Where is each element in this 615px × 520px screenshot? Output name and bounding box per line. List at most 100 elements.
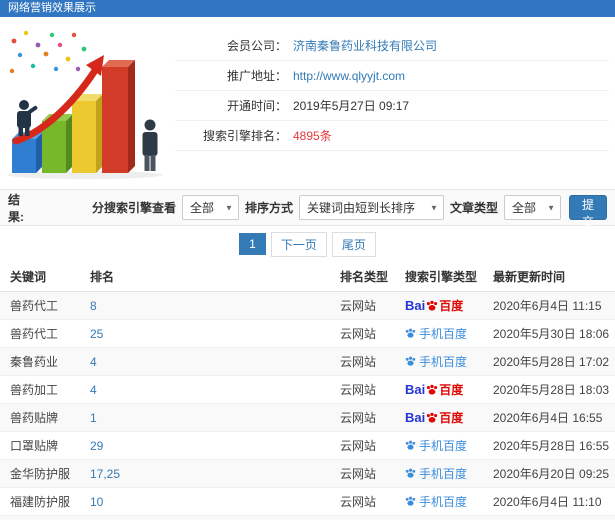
page-button-last[interactable]: 尾页: [331, 231, 376, 257]
keyword-cell: 兽药代工: [0, 291, 80, 320]
info-label: 推广地址：: [226, 69, 287, 83]
mobile-baidu-label: 手机百度: [419, 439, 468, 453]
page-button-next[interactable]: 下一页: [270, 231, 327, 257]
bar-red: [102, 59, 135, 173]
mobile-baidu-paw-icon: [405, 356, 416, 366]
info-field-row: 会员公司： 济南秦鲁药业科技有限公司: [175, 31, 609, 61]
rank-type-cell: 云网站: [330, 347, 395, 376]
update-time-cell: [483, 515, 615, 520]
update-time-cell: 2020年6月4日 11:15: [483, 291, 615, 320]
table-row: 秦鲁药业 4 云网站 Bai 百度 手机百度 2020年5月28日: [0, 347, 615, 376]
engine-cell: Bai 百度 手机百度: [395, 487, 483, 516]
baidu-paw-icon: [427, 300, 438, 311]
keyword-cell: 秦鲁药业: [0, 347, 80, 376]
article-type-select-value: 全部: [511, 201, 536, 215]
info-value[interactable]: 济南秦鲁药业科技有限公司: [293, 37, 437, 54]
info-label: 搜索引擎排名：: [202, 129, 287, 143]
col-header-engine-type: 搜索引擎类型: [395, 262, 483, 292]
engine-select[interactable]: 全部 ▼: [181, 195, 239, 220]
baidu-logo: Bai 百度: [405, 382, 464, 397]
update-time-cell: 2020年5月28日 16:55: [483, 431, 615, 460]
info-field-row: 推广地址： http://www.qlyyjt.com: [175, 61, 609, 91]
mobile-baidu-label: 手机百度: [419, 327, 468, 341]
keyword-cell: 兽药加工: [0, 375, 80, 404]
engine-cell: Bai 百度 手机百度: [395, 319, 483, 348]
table-row: 金华防护服 17,25 云网站 Bai 百度 手机百度 2020年6: [0, 459, 615, 488]
mobile-baidu-paw-icon: [405, 468, 416, 478]
engine-cell: Bai 百度 手机百度: [395, 515, 483, 520]
rank-link[interactable]: 4: [90, 355, 97, 369]
mobile-baidu-paw-icon: [405, 328, 416, 338]
engine-select-value: 全部: [189, 201, 214, 215]
mobile-baidu-label: 手机百度: [419, 355, 468, 369]
keyword-cell: 兽药代工: [0, 319, 80, 348]
baidu-logo: Bai 百度: [405, 410, 464, 425]
page: 网络营销效果展示 会员公司： 济南秦鲁药业科技有限公司 推广地址： http:/…: [0, 0, 615, 520]
info-value[interactable]: http://www.qlyyjt.com: [293, 69, 405, 83]
rank-link[interactable]: 4: [90, 383, 97, 397]
engine-cell: Bai 百度 手机百度: [395, 459, 483, 488]
rank-cell: 4: [80, 375, 330, 404]
mobile-baidu-logo: 手机百度: [405, 465, 467, 482]
rank-link[interactable]: 10: [90, 495, 103, 509]
rank-link[interactable]: 29: [90, 439, 103, 453]
rank-cell: 4: [80, 347, 330, 376]
submit-button[interactable]: 提交: [568, 195, 607, 229]
table-row: 兽药代工 8 云网站 Bai 百度 手机百度 2020年6月4日 1: [0, 291, 615, 320]
table-body: 兽药代工 8 云网站 Bai 百度 手机百度 2020年6月4日 1: [0, 291, 615, 520]
table-row: Bai 百度 手机百度: [0, 515, 615, 520]
update-time-cell: 2020年5月30日 18:06: [483, 319, 615, 348]
keyword-cell: 福建防护服: [0, 487, 80, 516]
engine-cell: Bai 百度 手机百度: [395, 375, 483, 404]
mobile-baidu-paw-icon: [405, 496, 416, 506]
info-field-row: 开通时间： 2019年5月27日 09:17: [175, 91, 609, 121]
update-time-cell: 2020年5月28日 18:03: [483, 375, 615, 404]
keywords-table: 关键词 排名 排名类型 搜索引擎类型 最新更新时间 兽药代工 8 云网站 Bai…: [0, 262, 615, 520]
baidu-logo: Bai 百度: [405, 298, 464, 313]
rank-cell: 29: [80, 431, 330, 460]
keyword-cell: 口罩贴牌: [0, 431, 80, 460]
filter-bar: 结果: 分搜索引擎查看 全部 ▼ 排序方式 关键词由短到长排序 ▼ 文章类型 全…: [0, 189, 615, 229]
update-time-cell: 2020年6月20日 09:25: [483, 459, 615, 488]
info-value: 4895条: [293, 129, 332, 143]
article-type-select[interactable]: 全部 ▼: [503, 195, 561, 220]
mobile-baidu-logo: 手机百度: [405, 325, 467, 342]
mobile-baidu-logo: 手机百度: [405, 437, 467, 454]
mobile-baidu-label: 手机百度: [419, 467, 468, 481]
mobile-baidu-label: 手机百度: [419, 495, 468, 509]
col-header-update-time: 最新更新时间: [483, 262, 615, 292]
title-bar: 网络营销效果展示: [0, 0, 615, 17]
col-header-keyword: 关键词: [0, 262, 80, 292]
engine-cell: Bai 百度 手机百度: [395, 431, 483, 460]
rank-type-cell: 云网站: [330, 291, 395, 320]
rank-type-cell: 云网站: [330, 375, 395, 404]
rank-link[interactable]: 25: [90, 327, 103, 341]
engine-cell: Bai 百度 手机百度: [395, 403, 483, 432]
keyword-cell: 兽药贴牌: [0, 403, 80, 432]
confetti: [9, 30, 87, 73]
sort-label: 排序方式: [244, 201, 293, 215]
update-time-cell: 2020年5月28日 17:02: [483, 347, 615, 376]
chevron-down-icon: ▼: [547, 202, 555, 212]
mobile-baidu-logo: 手机百度: [405, 353, 467, 370]
engine-cell: Bai 百度 手机百度: [395, 291, 483, 320]
info-fields: 会员公司： 济南秦鲁药业科技有限公司 推广地址： http://www.qlyy…: [175, 17, 615, 189]
results-label: 结果:: [8, 192, 24, 224]
table-header-row: 关键词 排名 排名类型 搜索引擎类型 最新更新时间: [0, 262, 615, 292]
rank-type-cell: 云网站: [330, 403, 395, 432]
rank-link[interactable]: 1: [90, 411, 97, 425]
page-button-current[interactable]: 1: [239, 233, 266, 255]
mobile-baidu-logo: 手机百度: [405, 493, 467, 510]
pagination: 1 下一页 尾页: [0, 226, 615, 262]
rank-link[interactable]: 8: [90, 299, 97, 313]
keyword-cell: [0, 515, 80, 520]
info-label: 会员公司：: [226, 39, 287, 53]
rank-cell: 25: [80, 319, 330, 348]
rank-cell: 1: [80, 403, 330, 432]
engine-filter-label: 分搜索引擎查看: [91, 201, 176, 215]
rank-link[interactable]: 17,25: [90, 467, 120, 481]
rank-type-cell: 云网站: [330, 319, 395, 348]
table-row: 兽药加工 4 云网站 Bai 百度 手机百度 2020年5月28日: [0, 375, 615, 404]
chevron-down-icon: ▼: [430, 202, 438, 212]
sort-select[interactable]: 关键词由短到长排序 ▼: [298, 195, 444, 220]
